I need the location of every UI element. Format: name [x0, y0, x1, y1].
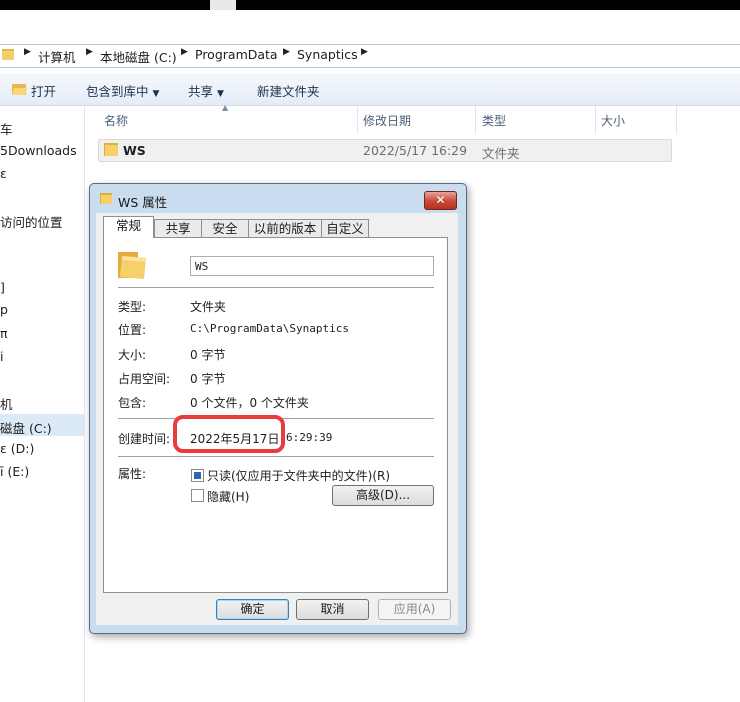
file-name[interactable]: WS: [123, 143, 146, 158]
nav-item-downloads[interactable]: 5Downloads: [0, 143, 77, 158]
breadcrumb-local-disk[interactable]: 本地磁盘 (C:): [100, 47, 177, 66]
column-divider[interactable]: [357, 106, 358, 134]
size-on-disk-label: 占用空间:: [118, 372, 171, 386]
large-folder-icon: [118, 252, 146, 279]
tab-sharing[interactable]: 共享: [154, 219, 202, 238]
hidden-label[interactable]: 隐藏(H): [207, 488, 249, 505]
advanced-button[interactable]: 高级(D)...: [332, 485, 434, 506]
breadcrumb-separator-icon[interactable]: ▶: [283, 47, 290, 57]
column-header-date[interactable]: 修改日期: [363, 112, 411, 129]
share-button[interactable]: 共享 ▼: [188, 81, 224, 100]
created-label: 创建时间:: [118, 432, 171, 446]
top-bar-tab[interactable]: [210, 0, 236, 10]
contains-label: 包含:: [118, 396, 147, 410]
location-label: 位置:: [118, 323, 147, 337]
sort-arrow-icon: ▲: [222, 103, 229, 112]
file-date: 2022/5/17 16:29: [363, 143, 468, 158]
nav-item-computer[interactable]: 机: [0, 394, 13, 413]
breadcrumb-separator-icon[interactable]: ▶: [24, 47, 31, 57]
close-icon: ✕: [435, 193, 446, 207]
highlight-annotation: [173, 415, 285, 453]
tab-general[interactable]: 常规: [103, 216, 154, 238]
ok-button[interactable]: 确定: [216, 599, 289, 620]
nav-item[interactable]: 车: [0, 119, 13, 138]
location-value: C:\ProgramData\Synaptics: [190, 322, 349, 335]
cancel-button[interactable]: 取消: [296, 599, 369, 620]
folder-icon: [104, 143, 118, 156]
size-on-disk-value: 0 字节: [190, 372, 226, 386]
readonly-checkbox[interactable]: [191, 469, 204, 482]
dropdown-arrow-icon: ▼: [152, 89, 160, 99]
nav-item[interactable]: ɛ: [0, 166, 7, 181]
column-header-size[interactable]: 大小: [601, 112, 625, 129]
nav-item-recent-places[interactable]: 访问的位置: [0, 212, 63, 231]
tab-security[interactable]: 安全: [201, 219, 249, 238]
type-label: 类型:: [118, 300, 147, 314]
new-folder-button[interactable]: 新建文件夹: [257, 81, 320, 100]
top-bar: [0, 0, 740, 10]
breadcrumb-separator-icon[interactable]: ▶: [86, 47, 93, 57]
created-time: 6:29:39: [286, 431, 333, 444]
file-type: 文件夹: [482, 146, 520, 161]
open-button[interactable]: 打开: [31, 81, 56, 100]
size-value: 0 字节: [190, 348, 226, 362]
contains-value: 0 个文件，0 个文件夹: [190, 396, 309, 410]
column-header-name[interactable]: 名称: [104, 112, 128, 129]
nav-item-drive-d[interactable]: ɛ (D:): [0, 441, 34, 456]
nav-item[interactable]: p: [0, 302, 8, 317]
nav-item-drive-e[interactable]: ī (E:): [0, 464, 29, 479]
close-button[interactable]: ✕: [424, 191, 457, 210]
folder-icon: [2, 49, 14, 60]
breadcrumb-separator-icon[interactable]: ▶: [181, 47, 188, 57]
divider: [118, 287, 434, 289]
tab-previous-versions[interactable]: 以前的版本: [248, 219, 322, 238]
nav-item-local-disk-c[interactable]: 磁盘 (C:): [0, 418, 52, 437]
include-in-library-button[interactable]: 包含到库中 ▼: [86, 81, 159, 100]
readonly-label[interactable]: 只读(仅应用于文件夹中的文件)(R): [207, 467, 390, 484]
open-folder-icon: [12, 84, 27, 95]
type-value: 文件夹: [190, 300, 227, 314]
include-label: 包含到库中: [86, 84, 149, 99]
column-divider[interactable]: [475, 106, 476, 134]
folder-icon: [100, 193, 112, 204]
dropdown-arrow-icon: ▼: [217, 89, 224, 99]
tab-customize[interactable]: 自定义: [321, 219, 369, 238]
breadcrumb-computer[interactable]: 计算机: [38, 47, 76, 66]
breadcrumb-synaptics[interactable]: Synaptics: [297, 47, 358, 62]
dialog-title: WS 属性: [118, 195, 168, 210]
nav-item[interactable]: ]: [0, 280, 5, 295]
column-divider[interactable]: [676, 106, 677, 134]
size-label: 大小:: [118, 348, 147, 362]
apply-button[interactable]: 应用(A): [378, 599, 451, 620]
folder-name-input[interactable]: WS: [190, 256, 434, 276]
nav-item[interactable]: π: [0, 326, 8, 341]
breadcrumb-programdata[interactable]: ProgramData: [195, 47, 278, 62]
column-header-type[interactable]: 类型: [482, 112, 506, 129]
nav-item[interactable]: i: [0, 349, 3, 364]
share-label: 共享: [188, 84, 214, 99]
divider: [118, 456, 434, 458]
hidden-checkbox[interactable]: [191, 489, 204, 502]
attributes-label: 属性:: [118, 467, 147, 481]
breadcrumb-separator-icon[interactable]: ▶: [361, 47, 368, 57]
column-divider[interactable]: [595, 106, 596, 134]
